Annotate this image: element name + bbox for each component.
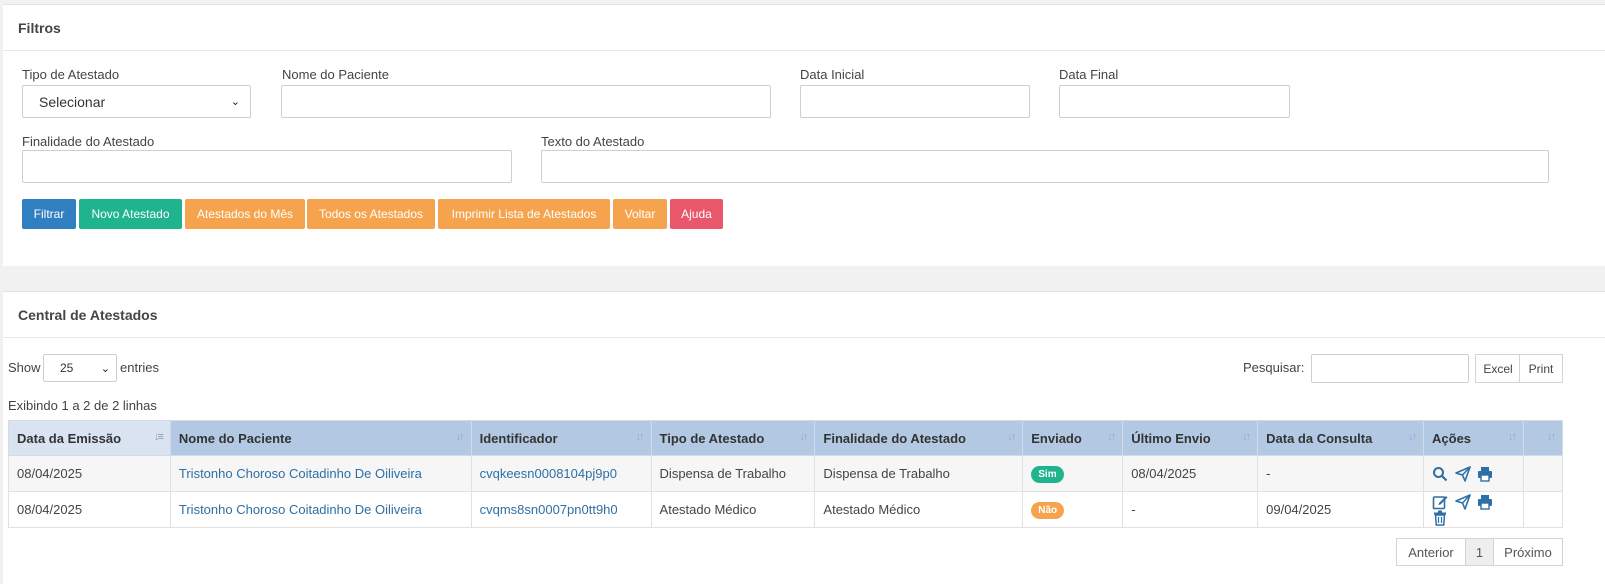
pagination-prev[interactable]: Anterior: [1396, 538, 1466, 566]
data-final-input[interactable]: [1059, 85, 1290, 118]
col-finalidade[interactable]: Finalidade do Atestado ↓↑: [814, 420, 1024, 456]
search-label: Pesquisar:: [1243, 360, 1305, 375]
excel-button[interactable]: Excel: [1475, 354, 1521, 383]
entries-label: entries: [120, 360, 160, 375]
identifier-link[interactable]: cvqms8sn0007pn0tt9h0: [470, 491, 652, 528]
filters-title: Filtros: [3, 5, 1605, 51]
edit-icon[interactable]: [1432, 494, 1448, 510]
col-identificador[interactable]: Identificador ↓↑: [470, 420, 652, 456]
tipo-select[interactable]: Selecionar ⌄: [22, 85, 251, 118]
data-inicial-input[interactable]: [800, 85, 1030, 118]
identifier-link[interactable]: cvqkeesn0008104pj9p0: [470, 455, 652, 492]
sort-icon: ↓↑: [1547, 431, 1556, 443]
cell-extra: [1522, 491, 1564, 528]
nome-label: Nome do Paciente: [282, 67, 389, 82]
search-icon[interactable]: [1432, 466, 1448, 482]
voltar-button[interactable]: Voltar: [613, 199, 667, 229]
pagination-page[interactable]: 1: [1465, 538, 1494, 566]
sort-icon: ↓↑: [455, 431, 465, 443]
tipo-select-value: Selecionar: [39, 93, 106, 110]
col-acoes[interactable]: Ações ↓↑: [1423, 420, 1524, 456]
col-extra[interactable]: ↓↑: [1522, 420, 1564, 456]
sort-icon: ↓↑: [1242, 431, 1251, 443]
col-enviado[interactable]: Enviado ↓↑: [1022, 420, 1124, 456]
patient-link[interactable]: Tristonho Choroso Coitadinho De Oiliveir…: [169, 455, 472, 492]
cell-tipo: Dispensa de Trabalho: [650, 455, 816, 492]
cell-acoes: [1423, 491, 1524, 528]
status-badge: Não: [1031, 501, 1065, 519]
trash-icon[interactable]: [1432, 510, 1448, 526]
ajuda-button[interactable]: Ajuda: [670, 199, 723, 229]
tipo-label: Tipo de Atestado: [22, 67, 120, 82]
data-final-label: Data Final: [1059, 67, 1119, 82]
col-data-consulta[interactable]: Data da Consulta ↓↑: [1257, 420, 1425, 456]
col-data-emissao[interactable]: Data da Emissão ↓≡: [8, 420, 171, 456]
imprimir-lista-button[interactable]: Imprimir Lista de Atestados: [438, 199, 610, 229]
cell-finalidade: Atestado Médico: [814, 491, 1024, 528]
table-info: Exibindo 1 a 2 de 2 linhas: [8, 398, 157, 413]
col-tipo-atestado[interactable]: Tipo de Atestado ↓↑: [650, 420, 816, 456]
filters-panel: Filtros Tipo de Atestado Selecionar ⌄ No…: [3, 4, 1605, 266]
cell-data-consulta: -: [1257, 455, 1425, 492]
send-icon[interactable]: [1454, 465, 1471, 482]
cell-data-emissao: 08/04/2025: [8, 455, 171, 492]
novo-atestado-button[interactable]: Novo Atestado: [79, 199, 182, 229]
cell-extra: [1522, 455, 1564, 492]
finalidade-input[interactable]: [22, 150, 512, 183]
col-nome-paciente[interactable]: Nome do Paciente ↓↑: [169, 420, 472, 456]
col-ultimo-envio[interactable]: Último Envio ↓↑: [1122, 420, 1259, 456]
cell-data-consulta: 09/04/2025: [1257, 491, 1425, 528]
print-icon[interactable]: [1477, 494, 1493, 510]
search-input[interactable]: [1311, 354, 1469, 383]
cell-enviado: Não: [1022, 491, 1124, 528]
cell-ultimo-envio: -: [1122, 491, 1259, 528]
table-header-row: Data da Emissão ↓≡ Nome do Paciente ↓↑ Ide…: [8, 420, 1564, 456]
status-badge: Sim: [1031, 465, 1064, 483]
cell-acoes: [1423, 455, 1524, 492]
show-label: Show: [8, 360, 41, 375]
patient-link[interactable]: Tristonho Choroso Coitadinho De Oiliveir…: [169, 491, 472, 528]
cell-enviado: Sim: [1022, 455, 1124, 492]
table-row: 08/04/2025 Tristonho Choroso Coitadinho …: [8, 491, 1564, 528]
cell-tipo: Atestado Médico: [650, 491, 816, 528]
chevron-down-icon: ⌄: [100, 362, 110, 375]
send-icon[interactable]: [1454, 493, 1471, 510]
entries-value: 25: [60, 361, 74, 375]
atestados-mes-button[interactable]: Atestados do Mês: [185, 199, 305, 229]
central-panel: Central de Atestados Show 25 ⌄ entries P…: [3, 291, 1605, 584]
cell-data-emissao: 08/04/2025: [8, 491, 171, 528]
sort-icon: ↓↑: [1507, 431, 1517, 443]
cell-ultimo-envio: 08/04/2025: [1122, 455, 1259, 492]
sort-icon: ↓↑: [1408, 431, 1417, 443]
chevron-down-icon: ⌄: [230, 96, 240, 108]
filtrar-button[interactable]: Filtrar: [22, 199, 76, 229]
entries-select[interactable]: 25 ⌄: [43, 354, 117, 382]
print-button[interactable]: Print: [1519, 354, 1563, 383]
todos-atestados-button[interactable]: Todos os Atestados: [307, 199, 435, 229]
sort-icon: ↓↑: [635, 431, 645, 443]
central-title: Central de Atestados: [3, 292, 1605, 338]
sort-icon: ↓↑: [1107, 431, 1116, 443]
data-inicial-label: Data Inicial: [800, 67, 865, 82]
atestados-table: Data da Emissão ↓≡ Nome do Paciente ↓↑ Ide…: [8, 420, 1564, 528]
pagination-next[interactable]: Próximo: [1493, 538, 1563, 566]
sort-icon: ↓↑: [1007, 431, 1016, 443]
finalidade-label: Finalidade do Atestado: [22, 134, 155, 149]
sort-icon: ↓↑: [799, 431, 808, 443]
texto-label: Texto do Atestado: [541, 134, 645, 149]
sort-desc-icon: ↓≡: [153, 431, 164, 443]
table-row: 08/04/2025 Tristonho Choroso Coitadinho …: [8, 455, 1564, 492]
cell-finalidade: Dispensa de Trabalho: [814, 455, 1024, 492]
texto-input[interactable]: [541, 150, 1549, 183]
print-icon[interactable]: [1477, 466, 1493, 482]
nome-input[interactable]: [281, 85, 771, 118]
